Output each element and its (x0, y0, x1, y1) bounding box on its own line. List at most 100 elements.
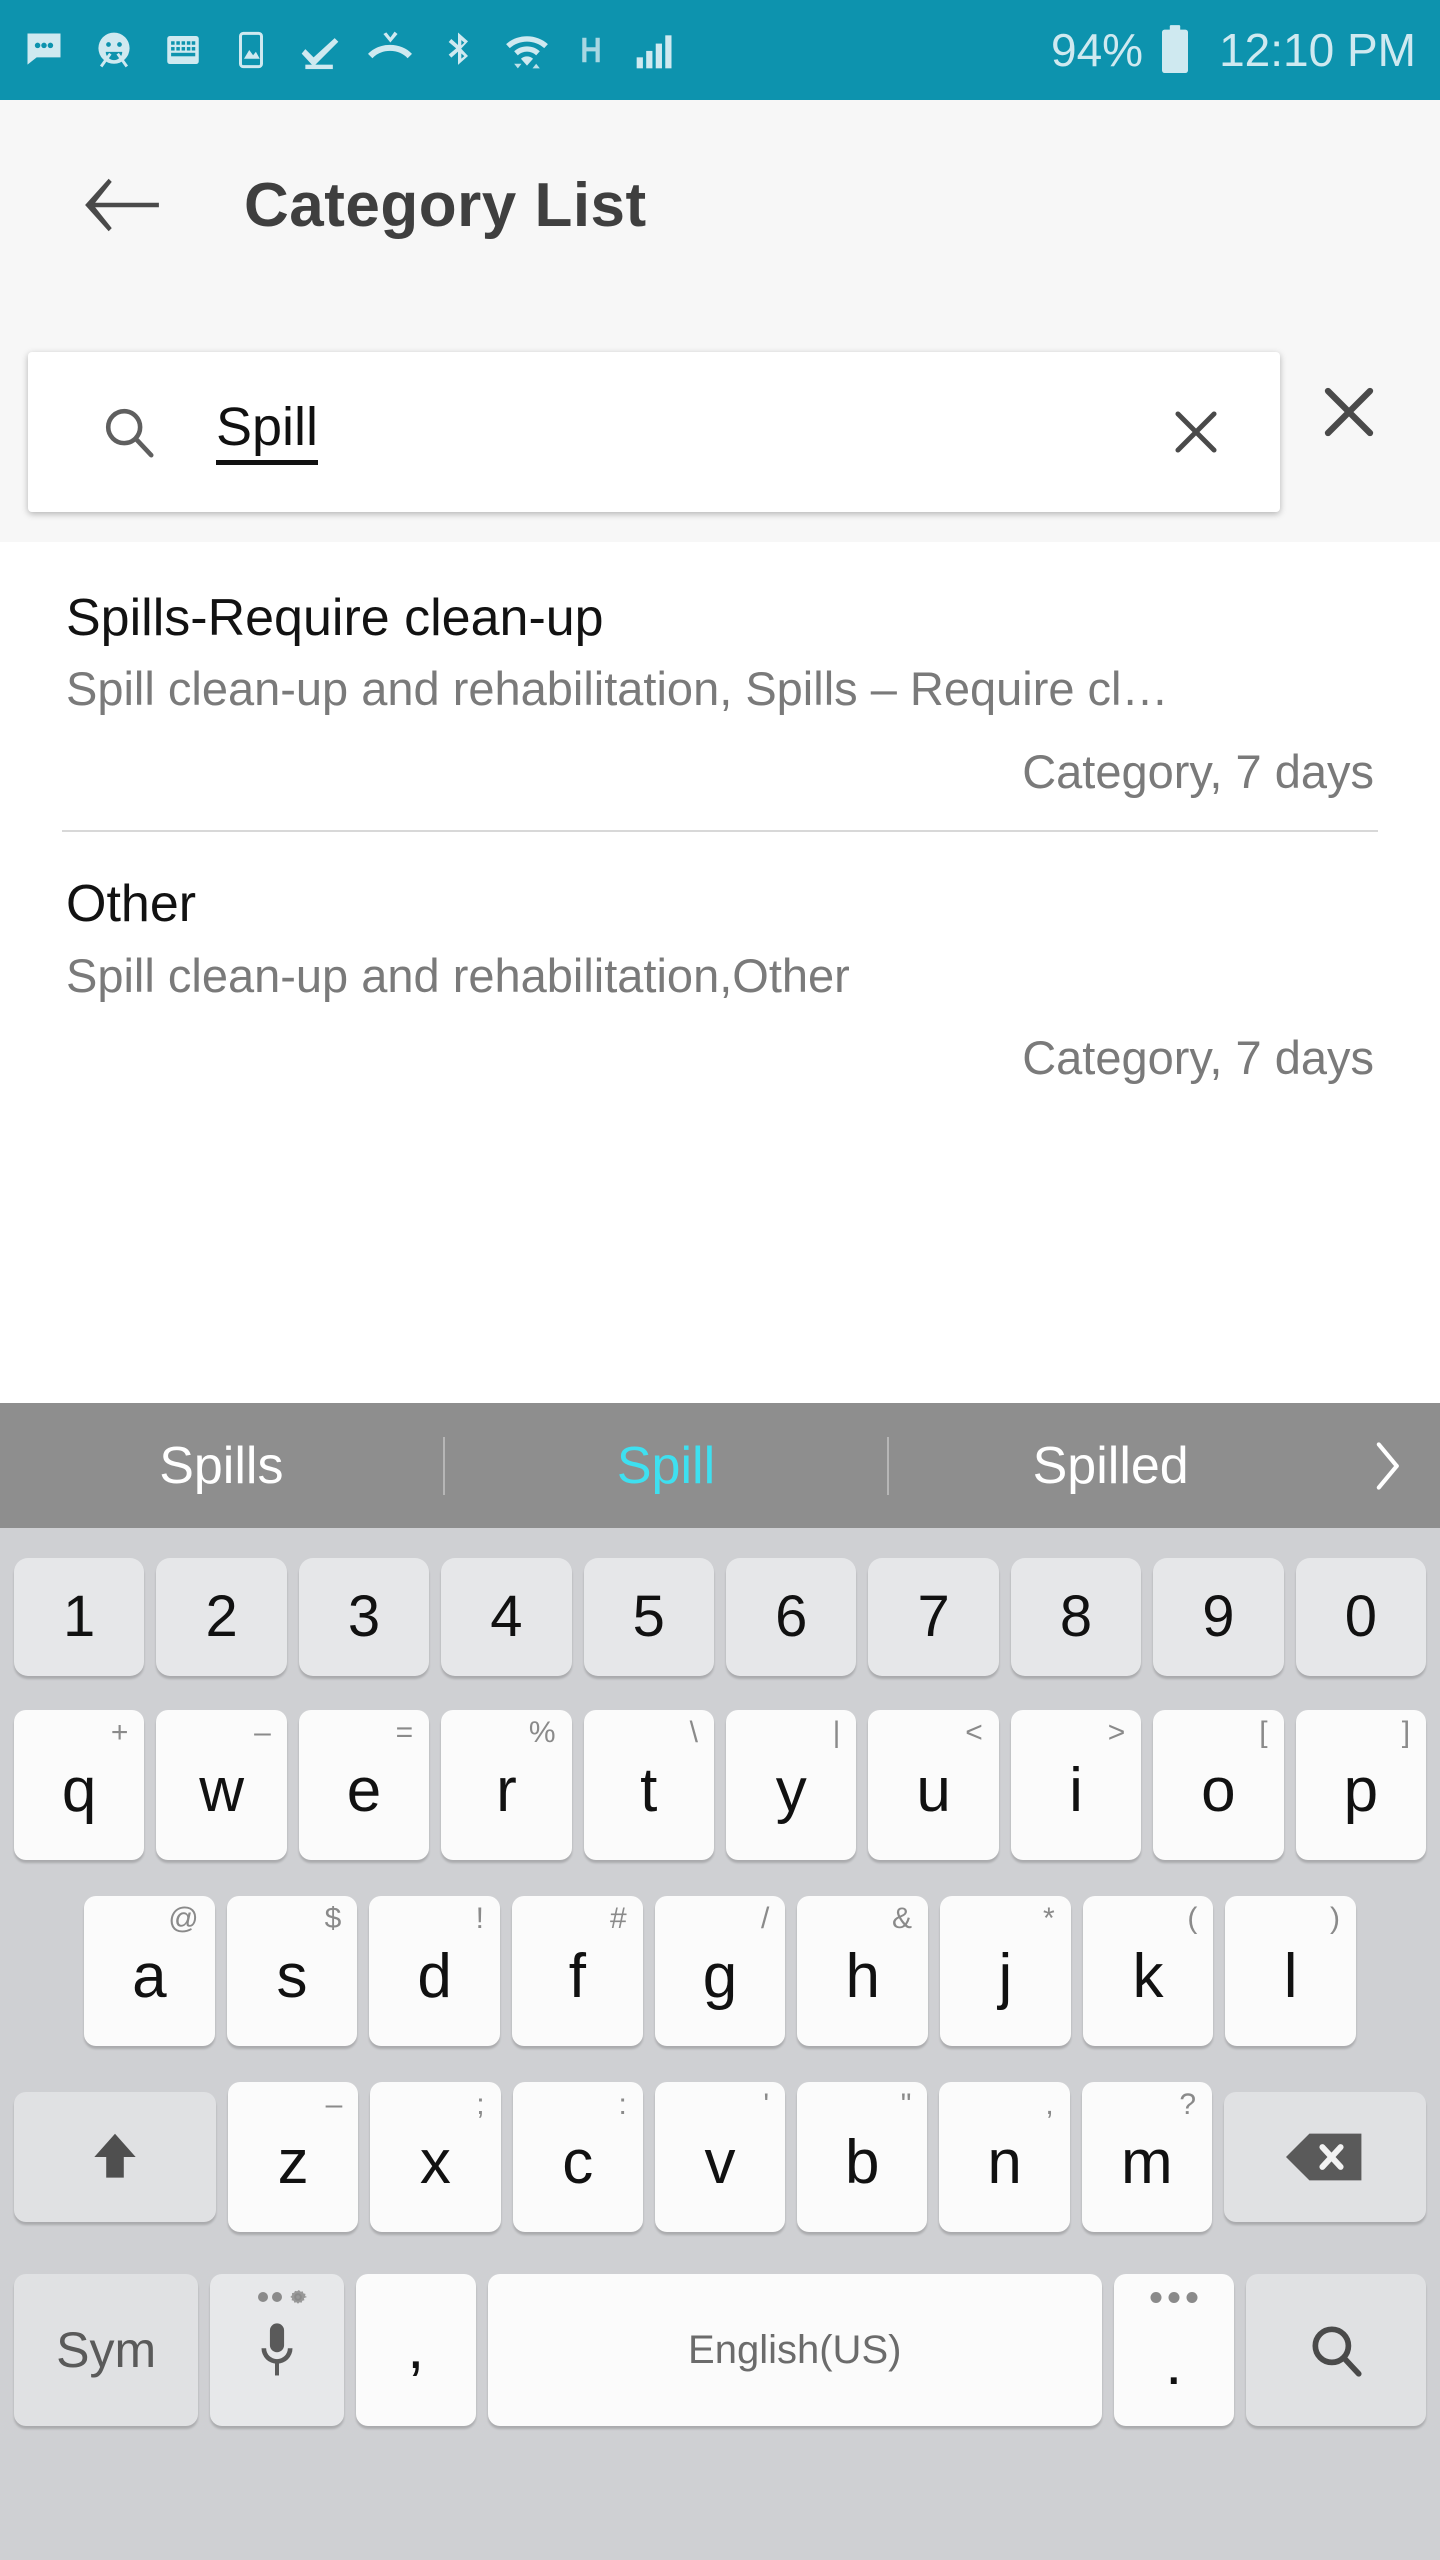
key-1[interactable]: 1 (13, 1558, 145, 1676)
key-s[interactable]: $ s (226, 1896, 358, 2046)
search-bar[interactable]: Spill (28, 352, 1280, 512)
key-3[interactable]: 3 (298, 1558, 430, 1676)
key-8[interactable]: 8 (1010, 1558, 1142, 1676)
key-7[interactable]: 7 (868, 1558, 999, 1676)
suggestion-0[interactable]: Spills (0, 1440, 443, 1492)
suggestion-2[interactable]: Spilled (889, 1440, 1332, 1492)
key-t[interactable]: \ t (583, 1710, 714, 1860)
key-l[interactable]: ) l (1225, 1896, 1357, 2046)
mic-extra-dots (257, 2285, 310, 2309)
key-u[interactable]: < u (868, 1710, 999, 1860)
key-q[interactable]: + q (13, 1710, 145, 1860)
key-label: b (845, 2128, 880, 2197)
search-close-button[interactable] (1304, 367, 1394, 457)
key-label: i (1069, 1756, 1083, 1825)
hspa-icon (582, 37, 600, 63)
key-alt-label: ( (1187, 1902, 1198, 1935)
signal-bars-icon (636, 35, 672, 69)
key-o[interactable]: [o (1153, 1710, 1284, 1860)
back-button[interactable] (62, 145, 182, 265)
key-alt-label: \ (689, 1716, 698, 1749)
keyboard-row-bottom-letters: – z ; x :c ' v " b ,n ? m (0, 2064, 1440, 2250)
key-0[interactable]: 0 (1295, 1558, 1427, 1676)
key-y[interactable]: | y (726, 1710, 857, 1860)
result-subtitle: Spill clean-up and rehabilitation, Spill… (66, 662, 1169, 716)
key-d[interactable]: ! d (369, 1896, 500, 2046)
suggestions-expand-button[interactable] (1332, 1439, 1440, 1493)
key-label: x (419, 2128, 451, 2197)
clear-x-icon (1175, 411, 1217, 453)
key-b[interactable]: " b (797, 2082, 928, 2232)
key-label: l (1283, 1942, 1298, 2011)
key-r[interactable]: % r (441, 1710, 572, 1860)
key-label: m (1121, 2128, 1173, 2197)
key-p[interactable]: ] p (1295, 1710, 1427, 1860)
key-alt-label: ! (475, 1902, 484, 1935)
key-6[interactable]: 6 (726, 1558, 857, 1676)
period-key[interactable]: . (1113, 2274, 1234, 2426)
page-title: Category List (244, 170, 647, 240)
key-label: 7 (917, 1584, 950, 1649)
search-icon (100, 403, 158, 461)
key-w[interactable]: – w (156, 1710, 287, 1860)
key-label: 0 (1344, 1584, 1377, 1649)
key-label: j (998, 1942, 1013, 2011)
key-e[interactable]: = e (298, 1710, 430, 1860)
voice-input-key[interactable] (210, 2274, 344, 2426)
key-9[interactable]: 9 (1153, 1558, 1284, 1676)
key-k[interactable]: (k (1082, 1896, 1214, 2046)
search-clear-button[interactable] (1136, 372, 1256, 492)
space-key[interactable]: English(US) (487, 2274, 1102, 2426)
key-label: w (199, 1756, 244, 1825)
backspace-key[interactable] (1224, 2092, 1426, 2222)
key-a[interactable]: @ a (83, 1896, 215, 2046)
key-v[interactable]: ' v (654, 2082, 786, 2232)
key-i[interactable]: > i (1010, 1710, 1142, 1860)
search-input[interactable]: Spill (216, 352, 1136, 512)
search-results-list: Spills-Require clean-up Spill clean-up a… (0, 546, 1440, 1117)
shift-key[interactable] (14, 2092, 216, 2222)
back-arrow-icon (85, 178, 159, 232)
key-label: g (702, 1942, 738, 2011)
key-n[interactable]: ,n (939, 2082, 1070, 2232)
key-alt-label: # (609, 1902, 627, 1935)
key-label: c (562, 2128, 594, 2197)
key-label: d (417, 1942, 452, 2011)
key-4[interactable]: 4 (441, 1558, 572, 1676)
list-item[interactable]: Other Spill clean-up and rehabilitation,… (0, 832, 1440, 1116)
key-c[interactable]: :c (512, 2082, 643, 2232)
search-input-value: Spill (216, 399, 319, 465)
backspace-icon (1286, 2133, 1362, 2181)
status-bar: 94% 12:10 PM (0, 0, 1440, 100)
key-5[interactable]: 5 (583, 1558, 714, 1676)
key-alt-label: ' (763, 2088, 770, 2121)
suggestion-1[interactable]: Spill (445, 1440, 888, 1492)
key-h[interactable]: & h (797, 1896, 929, 2046)
key-label: , (407, 2313, 425, 2382)
result-subtitle: Spill clean-up and rehabilitation,Other (66, 948, 850, 1002)
key-label: z (277, 2128, 309, 2197)
key-label: o (1201, 1756, 1236, 1825)
key-2[interactable]: 2 (156, 1558, 287, 1676)
key-label: 6 (775, 1584, 808, 1649)
battery-percentage: 94% (1051, 24, 1144, 76)
key-label: 2 (205, 1584, 238, 1649)
battery-full-icon (1162, 25, 1189, 73)
status-bar-notification-icons (22, 28, 1051, 72)
key-alt-label: & (892, 1902, 913, 1935)
key-x[interactable]: ; x (370, 2082, 501, 2232)
key-alt-label: ] (1401, 1716, 1411, 1749)
result-title: Other (66, 875, 197, 934)
key-f[interactable]: # f (512, 1896, 643, 2046)
key-label: k (1132, 1942, 1164, 2011)
search-enter-key[interactable] (1245, 2274, 1427, 2426)
key-z[interactable]: – z (227, 2082, 359, 2232)
key-m[interactable]: ? m (1081, 2082, 1213, 2232)
key-g[interactable]: / g (654, 1896, 786, 2046)
symbols-key[interactable]: Sym (14, 2274, 199, 2426)
key-label: 4 (490, 1584, 523, 1649)
key-j[interactable]: * j (940, 1896, 1071, 2046)
app-bar: Category List (0, 100, 1440, 310)
comma-key[interactable]: , (355, 2274, 476, 2426)
list-item[interactable]: Spills-Require clean-up Spill clean-up a… (0, 546, 1440, 830)
